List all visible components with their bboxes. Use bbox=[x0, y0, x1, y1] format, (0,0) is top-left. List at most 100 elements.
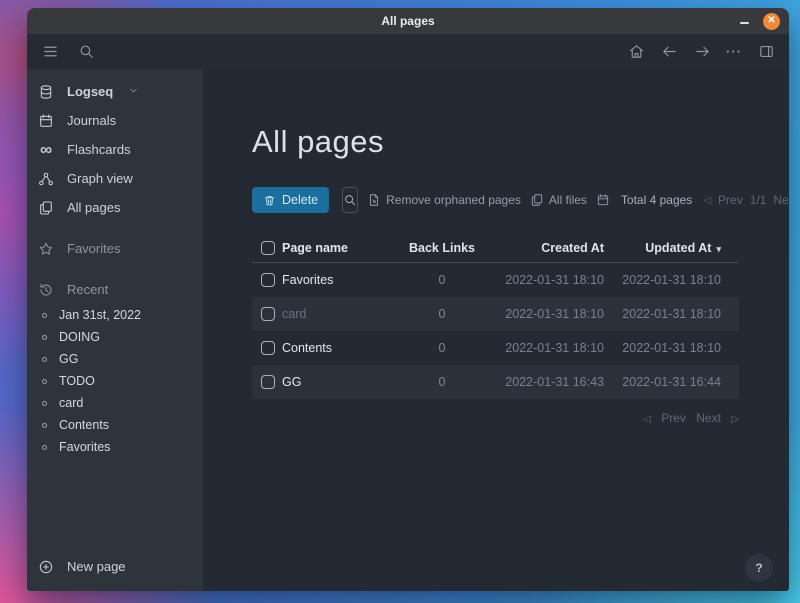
sidebar-item-label: Journals bbox=[67, 113, 116, 128]
cell-updated-at: 2022-01-31 16:44 bbox=[622, 375, 739, 389]
header-updated-at[interactable]: Updated At▾ bbox=[622, 241, 739, 255]
cell-page-name[interactable]: GG bbox=[282, 375, 397, 389]
row-checkbox[interactable] bbox=[261, 375, 275, 389]
recent-page-label: Contents bbox=[59, 418, 109, 432]
recent-page-label: TODO bbox=[59, 374, 95, 388]
favorites-label: Favorites bbox=[67, 241, 120, 256]
table-search-button[interactable] bbox=[342, 187, 358, 213]
recent-label: Recent bbox=[67, 282, 108, 297]
sidebar-item-label: Flashcards bbox=[67, 142, 131, 157]
minimize-button[interactable] bbox=[738, 13, 750, 29]
select-all-checkbox[interactable] bbox=[261, 241, 275, 255]
cell-updated-at: 2022-01-31 18:10 bbox=[622, 307, 739, 321]
cell-created-at: 2022-01-31 18:10 bbox=[487, 341, 622, 355]
prev-arrow-icon[interactable]: ◁ bbox=[643, 414, 651, 425]
all-files-button[interactable]: All files bbox=[530, 193, 587, 207]
delete-label: Delete bbox=[282, 193, 318, 207]
prev-button[interactable]: Prev bbox=[661, 411, 686, 425]
graph-icon bbox=[38, 171, 54, 187]
new-page-label: New page bbox=[67, 559, 126, 574]
prev-arrow-icon[interactable]: ◁ bbox=[703, 195, 711, 206]
header-created-at[interactable]: Created At bbox=[487, 241, 622, 255]
table-header-row: Page name Back Links Created At Updated … bbox=[252, 233, 739, 263]
page-indicator: 1/1 bbox=[750, 193, 767, 207]
bullet-icon bbox=[42, 357, 47, 362]
bullet-icon bbox=[42, 401, 47, 406]
home-icon[interactable] bbox=[627, 43, 645, 61]
recent-page-item[interactable]: DOING bbox=[27, 326, 203, 348]
hamburger-menu-icon[interactable] bbox=[41, 43, 59, 61]
sidebar-item-label: Graph view bbox=[67, 171, 133, 186]
cell-created-at: 2022-01-31 16:43 bbox=[487, 375, 622, 389]
cell-back-links: 0 bbox=[397, 307, 487, 321]
database-icon bbox=[38, 84, 54, 100]
sidebar-section-recent[interactable]: Recent bbox=[27, 275, 203, 304]
right-sidebar-toggle-icon[interactable] bbox=[757, 43, 775, 61]
sidebar-section-favorites[interactable]: Favorites bbox=[27, 234, 203, 263]
forward-arrow-icon[interactable] bbox=[693, 43, 711, 61]
header-back-links[interactable]: Back Links bbox=[397, 241, 487, 255]
row-checkbox[interactable] bbox=[261, 341, 275, 355]
table-row[interactable]: card 0 2022-01-31 18:10 2022-01-31 18:10 bbox=[252, 297, 739, 331]
remove-orphaned-button[interactable]: Remove orphaned pages bbox=[367, 193, 521, 207]
next-button[interactable]: Next bbox=[696, 411, 721, 425]
sidebar-item-flashcards[interactable]: ∞ Flashcards bbox=[27, 135, 203, 164]
search-icon[interactable] bbox=[77, 43, 95, 61]
top-pagination: ◁ Prev 1/1 Next ▷ bbox=[703, 193, 789, 207]
recent-page-label: DOING bbox=[59, 330, 100, 344]
prev-button[interactable]: Prev bbox=[718, 193, 743, 207]
sidebar-item-label: All pages bbox=[67, 200, 120, 215]
recent-page-item[interactable]: TODO bbox=[27, 370, 203, 392]
table-body: Favorites 0 2022-01-31 18:10 2022-01-31 … bbox=[252, 263, 739, 399]
date-filter-button[interactable] bbox=[596, 193, 610, 207]
table-row[interactable]: GG 0 2022-01-31 16:43 2022-01-31 16:44 bbox=[252, 365, 739, 399]
window-titlebar[interactable]: All pages ✕ bbox=[27, 8, 789, 34]
close-button[interactable]: ✕ bbox=[763, 13, 780, 30]
file-icon bbox=[367, 193, 381, 207]
main-panel: All pages Delete Remove orphaned pages A… bbox=[203, 69, 789, 591]
row-checkbox[interactable] bbox=[261, 307, 275, 321]
bottom-pagination: ◁ Prev Next ▷ bbox=[252, 411, 739, 425]
toolbar-right-icons: ··· bbox=[627, 43, 775, 61]
page-title: All pages bbox=[252, 121, 789, 163]
delete-button[interactable]: Delete bbox=[252, 187, 329, 213]
workspace-switcher[interactable]: Logseq bbox=[27, 77, 203, 106]
recent-list: Jan 31st, 2022 DOING GG TODO bbox=[27, 304, 203, 458]
cell-back-links: 0 bbox=[397, 273, 487, 287]
left-sidebar: Logseq Journals ∞ Flashcards Graph view … bbox=[27, 69, 203, 591]
chevron-down-icon bbox=[128, 84, 139, 99]
bullet-icon bbox=[42, 445, 47, 450]
star-icon bbox=[38, 241, 54, 257]
cell-page-name[interactable]: Favorites bbox=[282, 273, 397, 287]
recent-page-label: Favorites bbox=[59, 440, 110, 454]
sort-desc-icon: ▾ bbox=[716, 244, 721, 254]
help-button[interactable]: ? bbox=[745, 554, 773, 582]
recent-page-label: GG bbox=[59, 352, 78, 366]
cell-created-at: 2022-01-31 18:10 bbox=[487, 307, 622, 321]
trash-icon bbox=[263, 194, 276, 207]
cell-updated-at: 2022-01-31 18:10 bbox=[622, 273, 739, 287]
next-arrow-icon[interactable]: ▷ bbox=[731, 414, 739, 425]
table-row[interactable]: Contents 0 2022-01-31 18:10 2022-01-31 1… bbox=[252, 331, 739, 365]
recent-page-item[interactable]: Jan 31st, 2022 bbox=[27, 304, 203, 326]
sidebar-item-graph-view[interactable]: Graph view bbox=[27, 164, 203, 193]
recent-page-item[interactable]: GG bbox=[27, 348, 203, 370]
table-row[interactable]: Favorites 0 2022-01-31 18:10 2022-01-31 … bbox=[252, 263, 739, 297]
row-checkbox[interactable] bbox=[261, 273, 275, 287]
app-window: All pages ✕ ··· bbox=[27, 8, 789, 591]
more-options-icon[interactable]: ··· bbox=[726, 44, 742, 59]
app-toolbar: ··· bbox=[27, 34, 789, 69]
sidebar-item-all-pages[interactable]: All pages bbox=[27, 193, 203, 222]
cell-page-name[interactable]: card bbox=[282, 307, 397, 321]
recent-page-item[interactable]: Favorites bbox=[27, 436, 203, 458]
bullet-icon bbox=[42, 335, 47, 340]
next-button[interactable]: Next bbox=[773, 193, 789, 207]
recent-page-item[interactable]: card bbox=[27, 392, 203, 414]
header-page-name[interactable]: Page name bbox=[282, 241, 397, 255]
back-arrow-icon[interactable] bbox=[660, 43, 678, 61]
recent-page-item[interactable]: Contents bbox=[27, 414, 203, 436]
sidebar-item-journals[interactable]: Journals bbox=[27, 106, 203, 135]
window-title: All pages bbox=[381, 14, 434, 28]
cell-page-name[interactable]: Contents bbox=[282, 341, 397, 355]
new-page-button[interactable]: New page bbox=[27, 552, 203, 581]
